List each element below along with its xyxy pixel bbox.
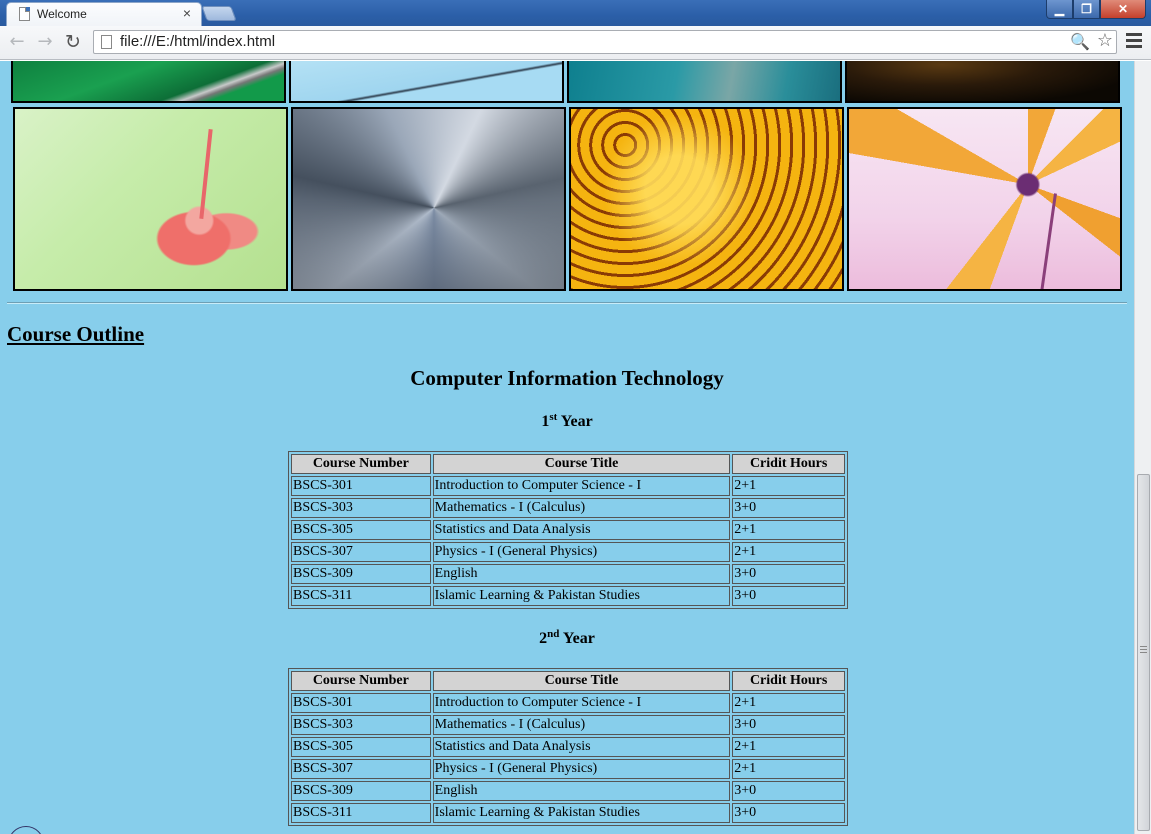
- course-title: Islamic Learning & Pakistan Studies: [432, 586, 731, 606]
- column-header: Cridit Hours: [732, 671, 845, 691]
- reload-icon[interactable]: ↻: [62, 31, 84, 53]
- course-number: BSCS-303: [291, 715, 431, 735]
- course-title: English: [432, 781, 731, 801]
- new-tab-button[interactable]: [201, 6, 237, 21]
- page-icon: [101, 35, 112, 49]
- table-row: BSCS-307 Physics - I (General Physics) 2+1: [291, 759, 845, 779]
- table-row: BSCS-309 English 3+0: [291, 781, 845, 801]
- course-table-year-1: Course Number Course Title Cridit Hours …: [288, 451, 848, 609]
- maximize-button[interactable]: ❐: [1073, 0, 1100, 19]
- course-number: BSCS-309: [291, 781, 431, 801]
- course-number: BSCS-311: [291, 586, 431, 606]
- course-number: BSCS-307: [291, 759, 431, 779]
- city-tunnel-image: [291, 107, 566, 291]
- course-title: English: [432, 564, 731, 584]
- credit-hours: 3+0: [732, 498, 845, 518]
- tab-title: Welcome: [37, 7, 87, 21]
- course-number: BSCS-301: [291, 693, 431, 713]
- table-row: BSCS-303 Mathematics - I (Calculus) 3+0: [291, 715, 845, 735]
- teal-blur-image: [567, 61, 842, 103]
- browser-toolbar: ← → ↻ file:///E:/html/index.html 🔍 ☆: [0, 26, 1151, 60]
- page-viewport: Course Outline Computer Information Tech…: [0, 61, 1134, 834]
- course-title: Introduction to Computer Science - I: [432, 693, 731, 713]
- course-number: BSCS-305: [291, 737, 431, 757]
- course-number: BSCS-301: [291, 476, 431, 496]
- year-heading-1: 1st Year: [541, 411, 593, 430]
- course-number: BSCS-309: [291, 564, 431, 584]
- course-title: Physics - I (General Physics): [432, 542, 731, 562]
- scrollbar-thumb[interactable]: [1137, 474, 1150, 831]
- column-header: Course Title: [432, 454, 731, 474]
- course-number: BSCS-307: [291, 542, 431, 562]
- credit-hours: 3+0: [732, 781, 845, 801]
- credit-hours: 2+1: [732, 759, 845, 779]
- url-text[interactable]: file:///E:/html/index.html: [120, 33, 275, 50]
- credit-hours: 2+1: [732, 520, 845, 540]
- column-header: Cridit Hours: [732, 454, 845, 474]
- close-window-button[interactable]: ✕: [1100, 0, 1146, 19]
- column-header: Course Title: [432, 671, 731, 691]
- credit-hours: 2+1: [732, 737, 845, 757]
- year-heading-2: 2nd Year: [539, 628, 595, 647]
- table-row: BSCS-301 Introduction to Computer Science…: [291, 693, 845, 713]
- honeycomb-image: [569, 107, 844, 291]
- table-row: BSCS-305 Statistics and Data Analysis 2+1: [291, 737, 845, 757]
- green-abstract-image: [11, 61, 286, 103]
- course-title: Mathematics - I (Calculus): [432, 715, 731, 735]
- course-table-year-2: Course Number Course Title Cridit Hours …: [288, 668, 848, 826]
- window-titlebar: Welcome × ▁ ❐ ✕: [0, 0, 1151, 26]
- course-number: BSCS-311: [291, 803, 431, 823]
- pink-flower-image: [13, 107, 288, 291]
- tab-close-icon[interactable]: ×: [183, 5, 191, 21]
- bookmark-star-icon[interactable]: ☆: [1097, 30, 1113, 51]
- column-header: Course Number: [291, 454, 431, 474]
- credit-hours: 3+0: [732, 803, 845, 823]
- credit-hours: 2+1: [732, 693, 845, 713]
- table-header-row: Course Number Course Title Cridit Hours: [291, 671, 845, 691]
- credit-hours: 3+0: [732, 715, 845, 735]
- vertical-scrollbar[interactable]: [1134, 61, 1151, 834]
- page-icon: [19, 7, 30, 21]
- table-header-row: Course Number Course Title Cridit Hours: [291, 454, 845, 474]
- credit-hours: 3+0: [732, 586, 845, 606]
- course-title: Statistics and Data Analysis: [432, 520, 731, 540]
- dark-bokeh-image: [845, 61, 1120, 103]
- partial-circle-graphic: [8, 826, 44, 834]
- address-bar[interactable]: file:///E:/html/index.html 🔍 ☆: [93, 30, 1117, 54]
- orange-flower-image: [847, 107, 1122, 291]
- course-title: Physics - I (General Physics): [432, 759, 731, 779]
- credit-hours: 3+0: [732, 564, 845, 584]
- table-row: BSCS-301 Introduction to Computer Science…: [291, 476, 845, 496]
- sky-glass-image: [289, 61, 564, 103]
- course-outline-heading: Course Outline: [7, 322, 145, 346]
- table-row: BSCS-303 Mathematics - I (Calculus) 3+0: [291, 498, 845, 518]
- menu-icon[interactable]: [1126, 33, 1142, 49]
- table-row: BSCS-311 Islamic Learning & Pakistan Stud…: [291, 586, 845, 606]
- course-title: Mathematics - I (Calculus): [432, 498, 731, 518]
- program-title: Computer Information Technology: [410, 366, 724, 390]
- course-number: BSCS-303: [291, 498, 431, 518]
- forward-arrow-icon[interactable]: →: [34, 31, 56, 53]
- column-header: Course Number: [291, 671, 431, 691]
- browser-tab[interactable]: Welcome ×: [6, 2, 202, 26]
- credit-hours: 2+1: [732, 476, 845, 496]
- course-number: BSCS-305: [291, 520, 431, 540]
- course-title: Islamic Learning & Pakistan Studies: [432, 803, 731, 823]
- credit-hours: 2+1: [732, 542, 845, 562]
- course-title: Introduction to Computer Science - I: [432, 476, 731, 496]
- minimize-button[interactable]: ▁: [1046, 0, 1073, 19]
- table-row: BSCS-307 Physics - I (General Physics) 2+1: [291, 542, 845, 562]
- table-row: BSCS-311 Islamic Learning & Pakistan Stud…: [291, 803, 845, 823]
- back-arrow-icon[interactable]: ←: [6, 31, 28, 53]
- course-title: Statistics and Data Analysis: [432, 737, 731, 757]
- horizontal-rule: [7, 302, 1127, 304]
- zoom-icon[interactable]: 🔍: [1070, 32, 1090, 51]
- table-row: BSCS-305 Statistics and Data Analysis 2+1: [291, 520, 845, 540]
- table-row: BSCS-309 English 3+0: [291, 564, 845, 584]
